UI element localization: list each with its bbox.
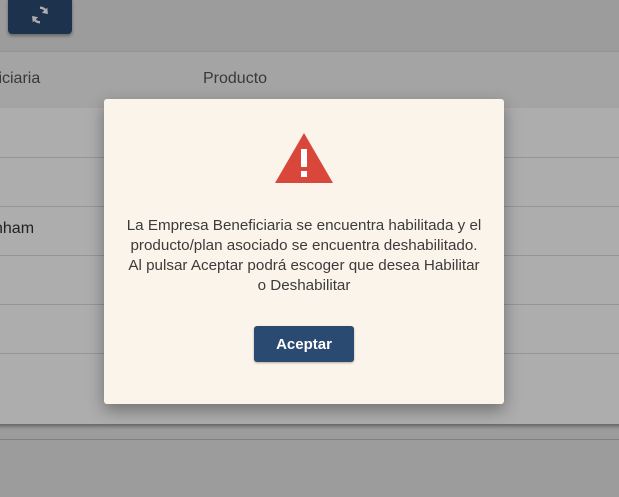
accept-button[interactable]: Aceptar (254, 326, 354, 362)
dialog-message: La Empresa Beneficiaria se encuentra hab… (126, 217, 482, 294)
confirmation-dialog: La Empresa Beneficiaria se encuentra hab… (104, 99, 504, 404)
page: ficiaria Producto - nham La Empresa Ben (0, 0, 619, 497)
warning-icon (275, 133, 333, 183)
